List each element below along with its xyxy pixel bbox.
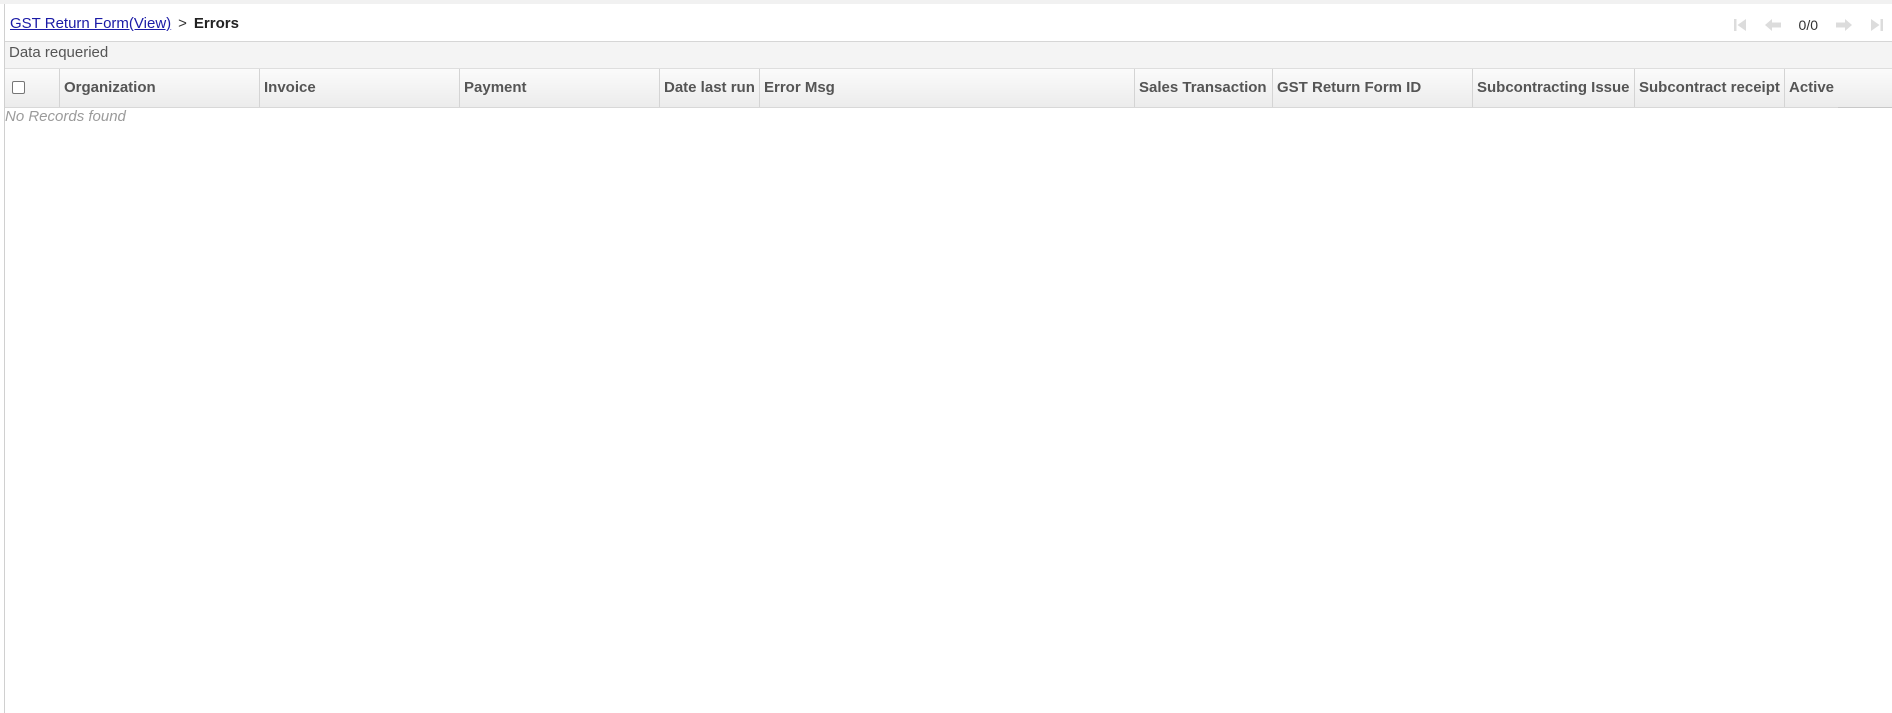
breadcrumb-parent-link[interactable]: GST Return Form(View)	[10, 15, 171, 32]
first-page-icon[interactable]	[1730, 16, 1752, 34]
previous-page-icon[interactable]	[1762, 16, 1784, 34]
column-header-date-last-run[interactable]: Date last run	[660, 69, 760, 107]
empty-grid-message: No Records found	[5, 108, 126, 125]
column-header-active[interactable]: Active	[1785, 69, 1892, 107]
column-header-subcontracting-issue[interactable]: Subcontracting Issue	[1473, 69, 1635, 107]
breadcrumb: GST Return Form(View) > Errors	[10, 15, 239, 32]
select-all-column	[5, 69, 60, 107]
status-message: Data requeried	[9, 44, 109, 61]
column-header-organization[interactable]: Organization	[60, 69, 260, 107]
errors-view-page: GST Return Form(View) > Errors 0/0 Data …	[0, 0, 1892, 713]
status-bar: Data requeried	[5, 42, 1892, 68]
pager: 0/0	[1725, 14, 1892, 36]
last-page-icon[interactable]	[1865, 16, 1887, 34]
column-header-subcontract-receipt[interactable]: Subcontract receipt	[1635, 69, 1785, 107]
breadcrumb-current: Errors	[193, 15, 239, 32]
column-header-gst-return-form-id[interactable]: GST Return Form ID	[1273, 69, 1473, 107]
column-header-payment[interactable]: Payment	[460, 69, 660, 107]
select-all-checkbox[interactable]	[12, 81, 25, 94]
column-header-error-msg[interactable]: Error Msg	[760, 69, 1135, 107]
grid-header: Organization Invoice Payment Date last r…	[5, 68, 1892, 108]
breadcrumb-separator: >	[178, 15, 187, 32]
page-count: 0/0	[1798, 17, 1818, 33]
toolbar: GST Return Form(View) > Errors 0/0	[5, 4, 1892, 42]
grid-header-underline	[5, 107, 1838, 108]
column-header-sales-transaction[interactable]: Sales Transaction	[1135, 69, 1273, 107]
column-header-invoice[interactable]: Invoice	[260, 69, 460, 107]
next-page-icon[interactable]	[1833, 16, 1855, 34]
